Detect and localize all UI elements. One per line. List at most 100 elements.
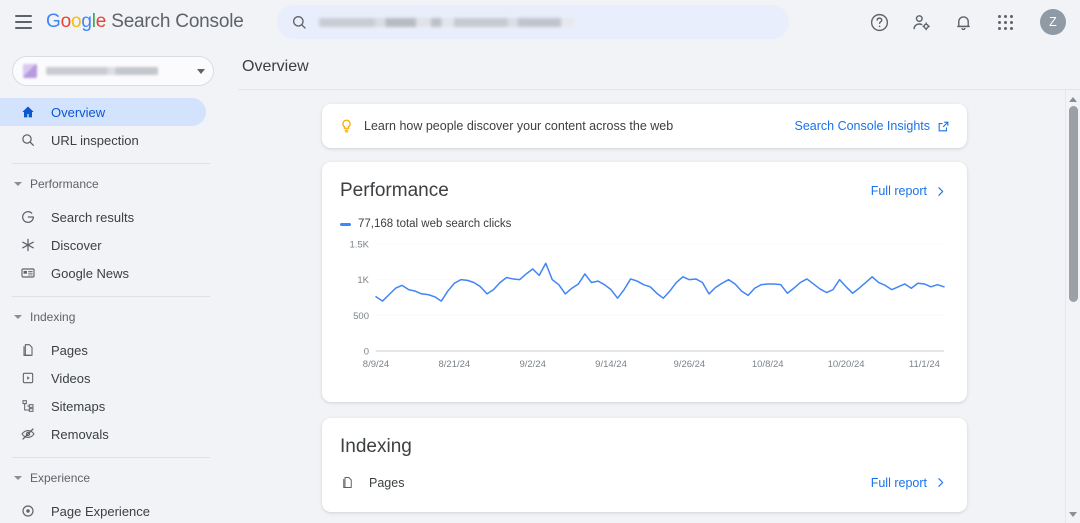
- chevron-down-icon: [197, 68, 205, 74]
- sidebar-item-page-experience[interactable]: Page Experience: [0, 497, 206, 523]
- sidebar-item-label: Overview: [51, 104, 106, 120]
- avatar[interactable]: Z: [1040, 9, 1066, 35]
- user-settings-icon[interactable]: [910, 11, 932, 33]
- page-experience-icon: [18, 503, 37, 519]
- performance-full-report-link[interactable]: Full report: [871, 180, 947, 198]
- videos-icon: [18, 370, 37, 386]
- search-query-redacted: [318, 17, 574, 27]
- search-console-app: Google Search Console Z Overview URL ins…: [0, 0, 1080, 523]
- property-name-redacted: [46, 67, 158, 75]
- app-body: Overview URL inspection Performance Sear…: [0, 44, 1080, 523]
- insights-banner-text: Learn how people discover your content a…: [364, 119, 674, 133]
- sidebar-item-label: Pages: [51, 342, 88, 358]
- indexing-row-label: Pages: [369, 475, 405, 490]
- sidebar-item-url-inspection[interactable]: URL inspection: [0, 126, 206, 154]
- indexing-pages-row: Pages Full report: [340, 475, 947, 490]
- sidebar-item-label: Videos: [51, 370, 91, 386]
- sidebar-item-search-results[interactable]: Search results: [0, 203, 206, 231]
- svg-text:8/21/24: 8/21/24: [438, 359, 470, 370]
- legend-label: 77,168 total web search clicks: [358, 218, 512, 230]
- hamburger-menu-icon[interactable]: [12, 10, 36, 34]
- vertical-scrollbar[interactable]: [1065, 90, 1080, 523]
- notifications-bell-icon[interactable]: [952, 11, 974, 33]
- svg-text:10/20/24: 10/20/24: [828, 359, 865, 370]
- lightbulb-icon: [336, 118, 356, 135]
- discover-sparkle-icon: [18, 237, 37, 253]
- search-container: [276, 5, 789, 39]
- sidebar-item-pages[interactable]: Pages: [0, 336, 206, 364]
- svg-text:1K: 1K: [357, 275, 369, 286]
- product-name: Search Console: [111, 11, 244, 32]
- sidebar-item-label: URL inspection: [51, 132, 139, 148]
- sidebar-group-experience[interactable]: Experience: [0, 465, 224, 491]
- svg-text:11/1/24: 11/1/24: [909, 359, 940, 370]
- full-report-label: Full report: [870, 184, 927, 198]
- indexing-card: Indexing Pages Full report: [322, 418, 967, 512]
- top-app-bar: Google Search Console Z: [0, 0, 1080, 44]
- sidebar-group-performance[interactable]: Performance: [0, 171, 224, 197]
- sidebar-group-label: Performance: [30, 177, 99, 191]
- full-report-label: Full report: [870, 475, 927, 490]
- performance-line-chart: 0 500 1K 1.5K 8/9/24 8/21/24 9/2/24 9/14/24 9/26…: [349, 240, 945, 370]
- sidebar-group-label: Indexing: [30, 310, 76, 324]
- indexing-full-report-link[interactable]: Full report: [871, 476, 947, 490]
- performance-card-header: Performance Full report: [340, 180, 947, 202]
- search-console-insights-link[interactable]: Search Console Insights: [795, 119, 951, 133]
- sidebar-item-videos[interactable]: Videos: [0, 364, 206, 392]
- chart-legend: 77,168 total web search clicks: [340, 218, 947, 230]
- svg-text:9/26/24: 9/26/24: [674, 359, 706, 370]
- insights-banner: Learn how people discover your content a…: [322, 104, 967, 148]
- svg-text:9/14/24: 9/14/24: [595, 359, 627, 370]
- pages-document-icon: [18, 342, 37, 358]
- pages-document-icon: [340, 475, 358, 490]
- scrollbar-thumb[interactable]: [1069, 106, 1078, 302]
- chevron-right-icon: [938, 478, 944, 487]
- sitemaps-icon: [18, 398, 37, 414]
- search-icon: [18, 132, 37, 148]
- sidebar-item-overview[interactable]: Overview: [0, 98, 206, 126]
- sidebar-divider: [12, 296, 210, 297]
- triangle-down-icon: [14, 315, 22, 319]
- chevron-right-icon: [938, 186, 944, 196]
- sidebar-item-label: Google News: [51, 265, 130, 281]
- page-header: Overview: [224, 44, 1080, 89]
- svg-text:0: 0: [364, 347, 369, 358]
- performance-chart: 0 500 1K 1.5K 8/9/24 8/21/24 9/2/24 9/14/24 9/26…: [340, 236, 947, 386]
- home-icon: [18, 104, 37, 120]
- external-link-icon: [938, 121, 949, 131]
- svg-text:500: 500: [353, 311, 369, 322]
- performance-card-title: Performance: [340, 180, 449, 201]
- search-icon: [292, 16, 306, 29]
- app-brand: Google Search Console: [46, 11, 244, 32]
- sidebar: Overview URL inspection Performance Sear…: [0, 44, 224, 523]
- sidebar-item-label: Removals: [51, 426, 109, 442]
- indexing-card-title: Indexing: [340, 436, 412, 457]
- performance-card: Performance Full report 77,168 total web…: [322, 162, 967, 402]
- svg-text:10/8/24: 10/8/24: [752, 359, 784, 370]
- sidebar-item-google-news[interactable]: Google News: [0, 259, 206, 287]
- scroll-area: Learn how people discover your content a…: [224, 90, 1080, 523]
- sidebar-item-sitemaps[interactable]: Sitemaps: [0, 392, 206, 420]
- sidebar-group-indexing[interactable]: Indexing: [0, 304, 224, 330]
- scroll-up-arrow-icon[interactable]: [1066, 92, 1080, 106]
- google-apps-grid-icon[interactable]: [994, 11, 1016, 33]
- svg-text:1.5K: 1.5K: [349, 240, 369, 251]
- main-content: Overview Learn how people discover your …: [224, 44, 1080, 523]
- sidebar-divider: [12, 163, 210, 164]
- property-selector[interactable]: [12, 56, 214, 86]
- scroll-down-arrow-icon[interactable]: [1066, 507, 1080, 521]
- google-g-icon: [18, 209, 37, 225]
- sidebar-item-label: Search results: [51, 209, 135, 225]
- sidebar-item-discover[interactable]: Discover: [0, 231, 206, 259]
- removals-eye-off-icon: [18, 426, 37, 442]
- google-news-icon: [18, 265, 37, 281]
- sidebar-item-label: Page Experience: [51, 503, 151, 519]
- help-icon[interactable]: [868, 11, 890, 33]
- insights-link-label: Search Console Insights: [794, 119, 931, 133]
- top-bar-icons: Z: [868, 9, 1066, 35]
- sidebar-divider: [12, 457, 210, 458]
- search-input[interactable]: [276, 5, 789, 39]
- sidebar-item-label: Discover: [51, 237, 102, 253]
- sidebar-item-removals[interactable]: Removals: [0, 420, 206, 448]
- property-favicon: [23, 64, 37, 78]
